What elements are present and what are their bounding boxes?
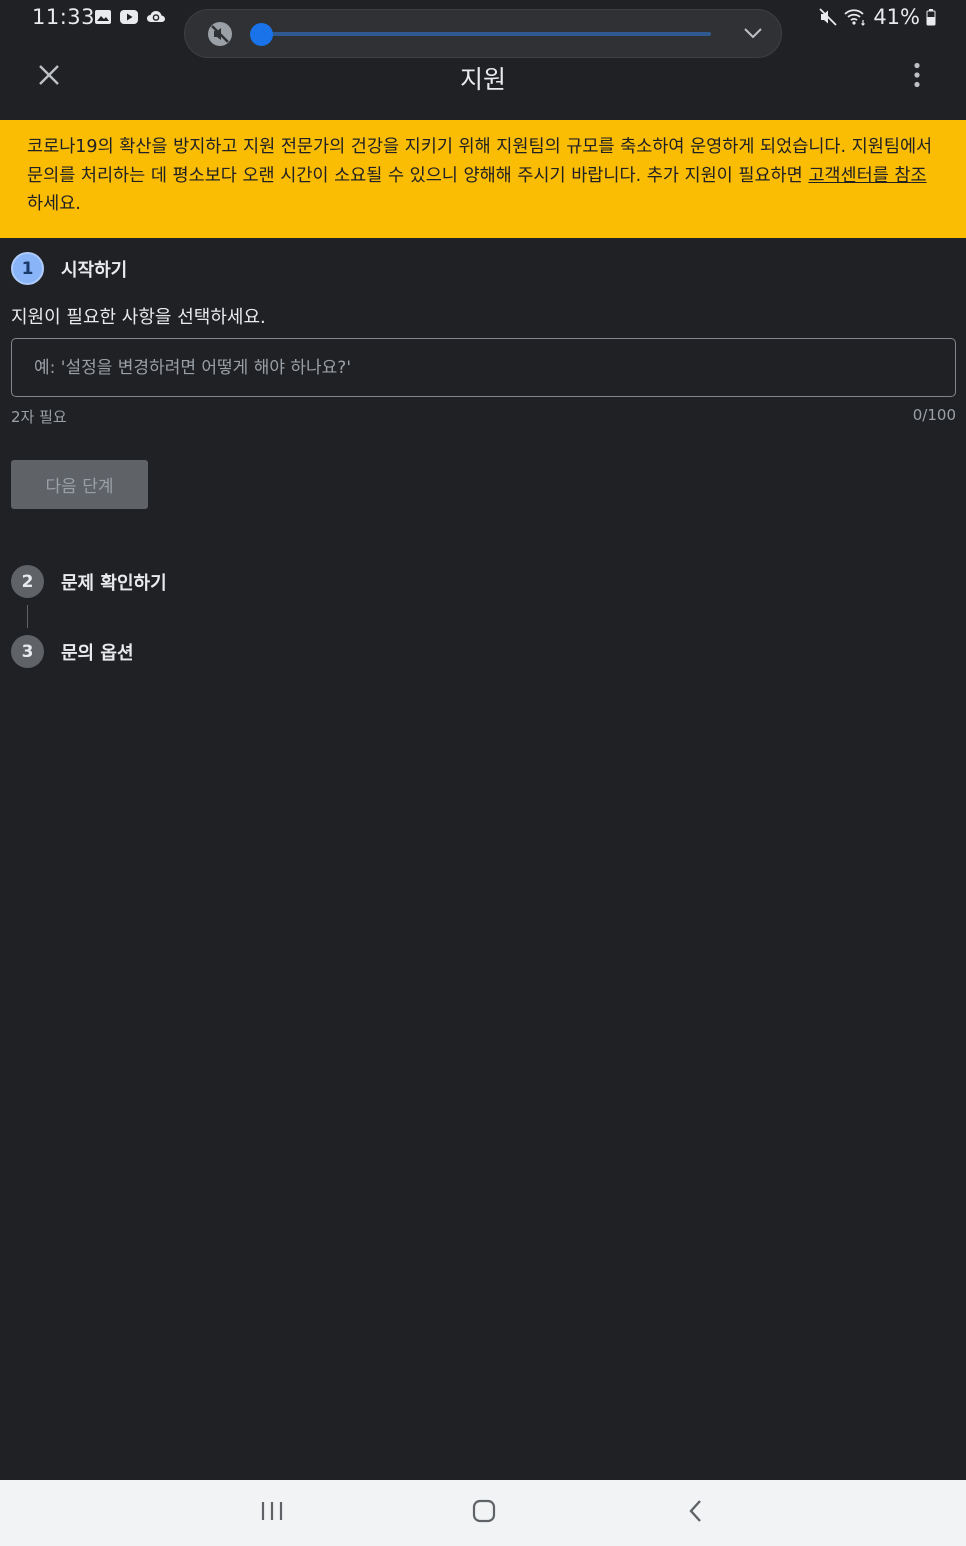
covid-notice-banner: 코로나19의 확산을 방지하고 지원 전문가의 건강을 지키기 위해 지원팀의 … <box>0 120 966 238</box>
step-3-title: 문의 옵션 <box>61 642 134 664</box>
step-1-number: 1 <box>11 252 44 285</box>
battery-icon <box>926 8 936 26</box>
system-nav-bar <box>0 1480 966 1546</box>
step-1: 1 시작하기 <box>11 252 127 285</box>
back-icon <box>688 1499 704 1527</box>
instruction-text: 지원이 필요한 사항을 선택하세요. <box>11 307 266 328</box>
chevron-down-icon[interactable] <box>743 25 763 44</box>
home-icon <box>472 1499 496 1527</box>
step-3-number: 3 <box>11 635 44 668</box>
app-bar: 지원 <box>0 58 966 120</box>
mute-icon <box>819 8 837 26</box>
youtube-icon <box>119 9 139 25</box>
gallery-icon <box>94 9 112 25</box>
issue-search-input[interactable] <box>11 338 956 397</box>
recent-apps-icon <box>260 1500 284 1526</box>
cloud-sync-icon <box>146 9 166 25</box>
wifi-icon <box>843 8 867 26</box>
help-center-link[interactable]: 고객센터를 참조 <box>808 166 926 186</box>
home-button[interactable] <box>464 1498 504 1528</box>
min-chars-helper: 2자 필요 <box>11 408 67 426</box>
step-1-title: 시작하기 <box>61 259 128 281</box>
step-2-number: 2 <box>11 565 44 598</box>
more-vert-icon <box>914 62 920 92</box>
volume-slider-track[interactable] <box>261 32 711 36</box>
next-step-button[interactable]: 다음 단계 <box>11 460 148 509</box>
volume-slider-thumb[interactable] <box>250 23 273 46</box>
step-connector <box>27 605 28 628</box>
status-time: 11:33 <box>32 5 96 29</box>
notification-icons <box>94 9 166 25</box>
volume-panel <box>184 9 782 58</box>
step-2: 2 문제 확인하기 <box>11 565 167 598</box>
step-2-title: 문제 확인하기 <box>61 572 167 594</box>
step-3: 3 문의 옵션 <box>11 635 134 668</box>
banner-text: 코로나19의 확산을 방지하고 지원 전문가의 건강을 지키기 위해 지원팀의 … <box>27 137 933 186</box>
char-counter: 0/100 <box>912 406 956 424</box>
back-button[interactable] <box>676 1498 716 1528</box>
battery-percent: 41% <box>873 5 920 29</box>
banner-suffix: 하세요. <box>27 194 81 214</box>
page-title: 지원 <box>459 65 506 94</box>
muted-speaker-icon[interactable] <box>207 21 233 51</box>
more-options-button[interactable] <box>904 62 930 92</box>
status-right: 41% <box>819 5 936 29</box>
recent-apps-button[interactable] <box>252 1498 292 1528</box>
